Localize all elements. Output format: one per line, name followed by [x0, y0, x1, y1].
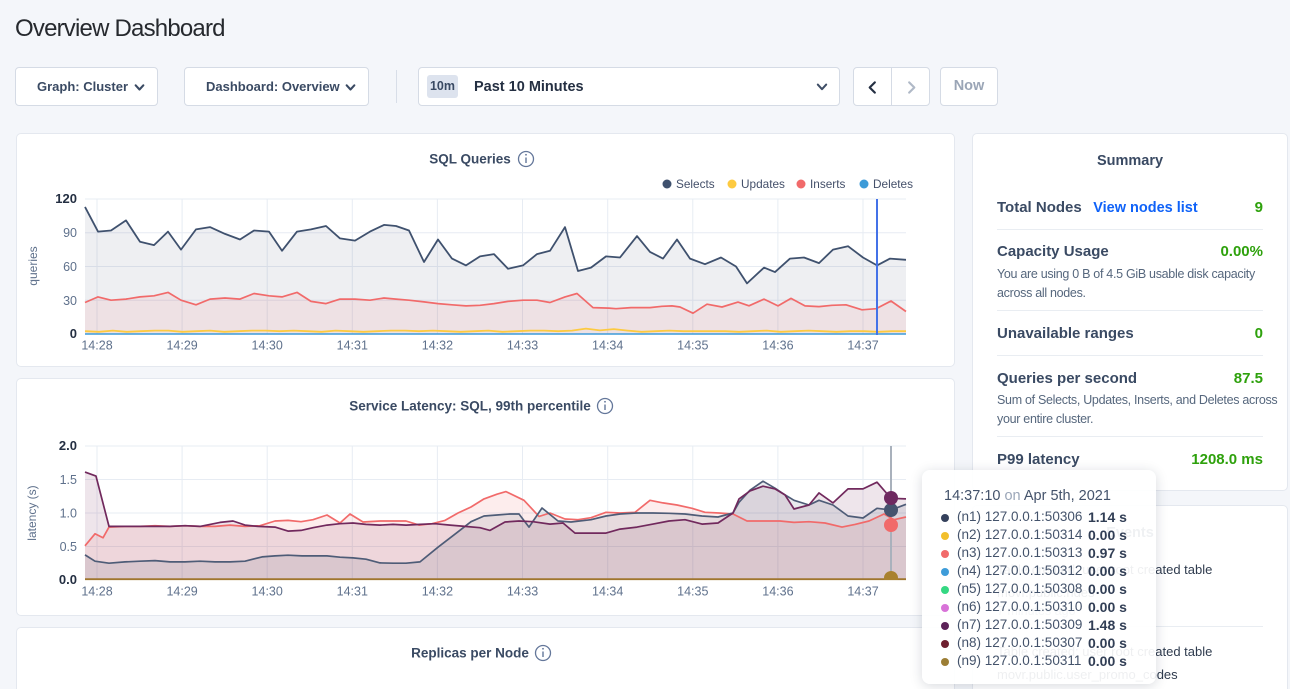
svg-text:90: 90	[63, 226, 77, 240]
svg-text:14:32: 14:32	[422, 585, 453, 599]
svg-text:14:36: 14:36	[762, 585, 793, 599]
svg-text:14:32: 14:32	[422, 339, 453, 353]
svg-text:14:28: 14:28	[81, 585, 112, 599]
svg-text:14:31: 14:31	[337, 339, 368, 353]
svg-text:14:34: 14:34	[592, 585, 623, 599]
svg-text:14:28: 14:28	[81, 339, 112, 353]
svg-text:SQL Queries: SQL Queries	[429, 152, 511, 167]
svg-text:14:37: 14:37	[847, 339, 878, 353]
svg-text:14:33: 14:33	[507, 585, 538, 599]
svg-text:14:37: 14:37	[847, 585, 878, 599]
svg-text:14:29: 14:29	[166, 585, 197, 599]
svg-text:60: 60	[63, 260, 77, 274]
svg-text:14:33: 14:33	[507, 339, 538, 353]
svg-text:14:31: 14:31	[337, 585, 368, 599]
svg-text:Inserts: Inserts	[810, 177, 846, 191]
svg-text:Service Latency: SQL, 99th per: Service Latency: SQL, 99th percentile	[349, 399, 591, 414]
svg-text:queries: queries	[26, 246, 40, 285]
svg-text:14:34: 14:34	[592, 339, 623, 353]
svg-text:14:30: 14:30	[252, 339, 283, 353]
svg-text:0: 0	[70, 326, 77, 341]
svg-text:14:30: 14:30	[252, 585, 283, 599]
svg-text:30: 30	[63, 294, 77, 308]
svg-text:Deletes: Deletes	[873, 177, 913, 191]
svg-text:14:29: 14:29	[166, 339, 197, 353]
svg-text:14:35: 14:35	[677, 585, 708, 599]
svg-text:120: 120	[55, 191, 77, 206]
svg-text:latency (s): latency (s)	[25, 485, 39, 540]
svg-text:0.5: 0.5	[60, 540, 77, 554]
svg-text:1.5: 1.5	[60, 473, 77, 487]
svg-text:Updates: Updates	[741, 177, 785, 191]
svg-text:1.0: 1.0	[60, 507, 77, 521]
svg-text:Replicas per Node: Replicas per Node	[411, 646, 529, 661]
svg-text:Selects: Selects	[676, 177, 715, 191]
svg-text:2.0: 2.0	[59, 438, 77, 453]
svg-text:14:36: 14:36	[762, 339, 793, 353]
svg-text:14:35: 14:35	[677, 339, 708, 353]
svg-text:0.0: 0.0	[59, 572, 77, 587]
